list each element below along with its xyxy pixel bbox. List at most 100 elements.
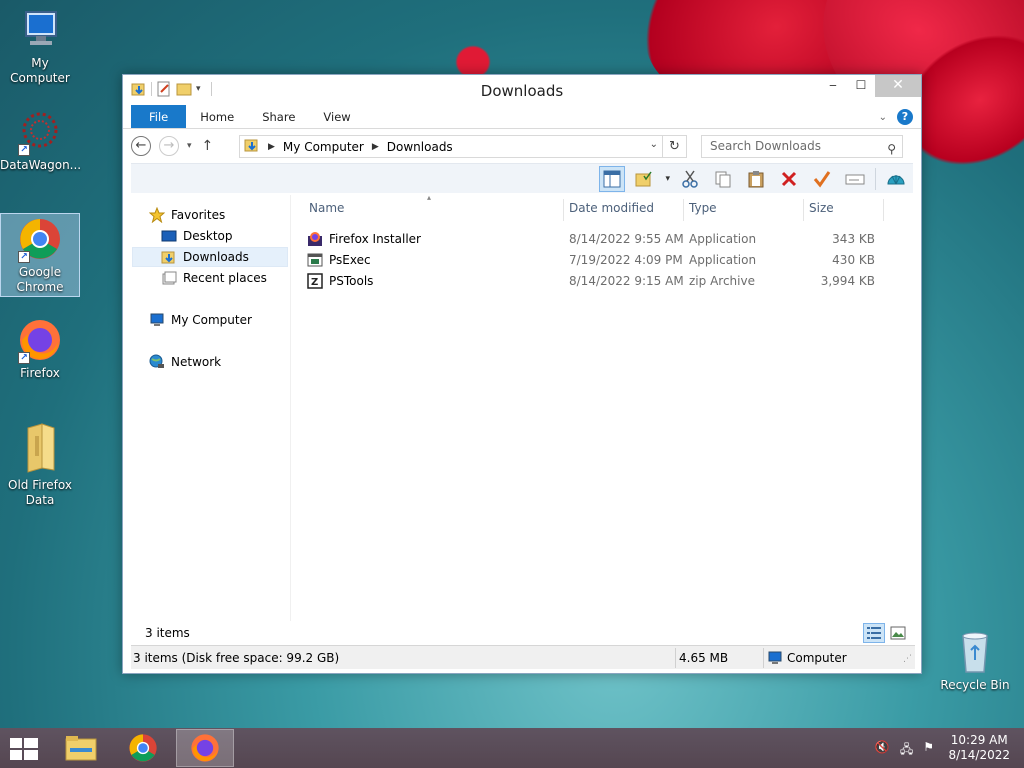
- properties-icon: [845, 174, 865, 185]
- dropdown-icon[interactable]: ▾: [665, 174, 670, 184]
- properties-button[interactable]: [842, 166, 868, 192]
- clock[interactable]: 10:29 AM 8/14/2022: [948, 733, 1010, 763]
- desktop-icon-label: Recycle Bin: [940, 678, 1010, 692]
- column-header-date[interactable]: Date modified: [569, 201, 654, 215]
- desktop-icon-my-computer[interactable]: My Computer: [0, 8, 80, 86]
- breadcrumb-separator-icon[interactable]: ▶: [372, 142, 379, 152]
- nav-label: Recent places: [183, 271, 267, 285]
- address-dropdown-icon[interactable]: ⌄: [650, 139, 658, 150]
- desktop-icon-label: Firefox: [20, 366, 60, 380]
- large-icons-view-button[interactable]: [887, 623, 909, 643]
- desktop-icon-firefox[interactable]: ↗ Firefox: [0, 318, 80, 381]
- file-row[interactable]: PsExec 7/19/2022 4:09 PM Application 430…: [303, 250, 903, 270]
- app-icon: [307, 252, 323, 268]
- explorer-window[interactable]: ▾ Downloads ‒ ☐ ✕ File Home Share View ⌄…: [122, 74, 922, 674]
- forward-button[interactable]: →: [159, 136, 179, 156]
- tab-file[interactable]: File: [131, 105, 187, 128]
- file-size: 343 KB: [832, 232, 875, 246]
- file-type: Application: [689, 253, 757, 267]
- file-size: 430 KB: [832, 253, 875, 267]
- select-folder-button[interactable]: [632, 166, 658, 192]
- nav-downloads[interactable]: Downloads: [132, 247, 288, 267]
- search-input[interactable]: Search Downloads ⚲: [701, 135, 903, 158]
- file-date: 7/19/2022 4:09 PM: [569, 253, 683, 267]
- address-bar[interactable]: ▶ My Computer ▶ Downloads ⌄ ↻: [239, 135, 687, 158]
- recycle-bin-icon: [953, 630, 997, 674]
- file-name: Firefox Installer: [329, 232, 421, 246]
- shell-icon: [887, 175, 905, 185]
- status-detail: 3 items (Disk free space: 99.2 GB): [133, 651, 340, 665]
- column-divider[interactable]: [803, 199, 804, 221]
- delete-button[interactable]: [776, 166, 802, 192]
- nav-recent-places[interactable]: Recent places: [161, 268, 267, 288]
- action-center-icon[interactable]: ⚑: [923, 740, 934, 761]
- volume-muted-icon[interactable]: 🔇: [875, 740, 890, 761]
- sort-up-icon: ▴: [427, 193, 432, 202]
- up-button[interactable]: ↑: [202, 138, 214, 154]
- details-view-button[interactable]: [863, 623, 885, 643]
- shell-button[interactable]: [883, 166, 909, 192]
- breadcrumb-downloads[interactable]: Downloads: [387, 140, 453, 154]
- copy-button[interactable]: [710, 166, 736, 192]
- back-button[interactable]: ←: [131, 136, 151, 156]
- item-count-bar: 3 items: [131, 623, 915, 645]
- column-divider[interactable]: [883, 199, 884, 221]
- desktop-icon: [161, 228, 177, 244]
- computer-icon: [18, 8, 62, 52]
- expand-ribbon-icon[interactable]: ⌄: [879, 112, 887, 123]
- navigation-bar: ← → ▾ ↑ ▶ My Computer ▶ Downloads ⌄ ↻ Se…: [123, 129, 921, 163]
- delete-icon: [781, 171, 797, 187]
- nav-my-computer[interactable]: My Computer: [149, 310, 252, 330]
- computer-icon: [149, 312, 165, 328]
- taskbar-file-explorer[interactable]: [52, 729, 110, 767]
- maximize-button[interactable]: ☐: [847, 75, 875, 97]
- tab-home[interactable]: Home: [186, 105, 248, 128]
- close-button[interactable]: ✕: [875, 75, 921, 97]
- ribbon-controls: ⌄ ?: [879, 109, 913, 125]
- column-header-name[interactable]: Name: [309, 201, 344, 215]
- column-header-type[interactable]: Type: [689, 201, 717, 215]
- desktop-icon-label: DataWagon...: [0, 158, 82, 172]
- cut-button[interactable]: [677, 166, 703, 192]
- desktop-icon-label: Old Firefox Data: [8, 478, 72, 507]
- file-row[interactable]: Z PSTools 8/14/2022 9:15 AM zip Archive …: [303, 271, 903, 291]
- file-row[interactable]: Firefox Installer 8/14/2022 9:55 AM Appl…: [303, 229, 903, 249]
- recent-locations-icon[interactable]: ▾: [187, 141, 192, 151]
- nav-favorites[interactable]: Favorites: [148, 205, 225, 225]
- desktop-icon-datawagon[interactable]: ↗ DataWagon...: [0, 110, 82, 173]
- start-button[interactable]: [10, 738, 38, 760]
- column-header-size[interactable]: Size: [809, 201, 834, 215]
- paste-button[interactable]: [743, 166, 769, 192]
- desktop-icon-old-firefox-data[interactable]: Old Firefox Data: [0, 422, 80, 508]
- rename-button[interactable]: [809, 166, 835, 192]
- datawagon-icon: ↗: [18, 110, 62, 156]
- search-icon[interactable]: ⚲: [887, 139, 896, 160]
- nav-network[interactable]: Network: [149, 352, 221, 372]
- refresh-icon[interactable]: ↻: [662, 136, 686, 157]
- breadcrumb-separator-icon[interactable]: ▶: [268, 142, 275, 152]
- network-icon[interactable]: 🖧: [900, 740, 913, 761]
- minimize-button[interactable]: ‒: [819, 75, 847, 97]
- file-name: PSTools: [329, 274, 374, 288]
- column-divider[interactable]: [563, 199, 564, 221]
- scissors-icon: [682, 170, 698, 188]
- taskbar-firefox[interactable]: [176, 729, 234, 767]
- zip-icon: Z: [307, 273, 323, 289]
- resize-grip-icon[interactable]: ⋰: [903, 654, 912, 664]
- file-type: Application: [689, 232, 757, 246]
- tab-view[interactable]: View: [309, 105, 364, 128]
- nav-label: Downloads: [183, 250, 249, 264]
- breadcrumb-my-computer[interactable]: My Computer: [283, 140, 364, 154]
- tab-share[interactable]: Share: [248, 105, 309, 128]
- nav-desktop[interactable]: Desktop: [161, 226, 233, 246]
- taskbar-chrome[interactable]: [114, 729, 172, 767]
- column-divider[interactable]: [683, 199, 684, 221]
- desktop-icon-google-chrome[interactable]: ↗ Google Chrome: [0, 213, 80, 297]
- title-bar[interactable]: ▾ Downloads ‒ ☐ ✕: [123, 75, 921, 105]
- help-icon[interactable]: ?: [897, 109, 913, 125]
- file-explorer-icon: [65, 736, 97, 761]
- chrome-icon: ↗: [18, 217, 62, 263]
- preview-pane-button[interactable]: [599, 166, 626, 192]
- window-title: Downloads: [480, 82, 564, 100]
- desktop-icon-recycle-bin[interactable]: Recycle Bin: [935, 630, 1015, 693]
